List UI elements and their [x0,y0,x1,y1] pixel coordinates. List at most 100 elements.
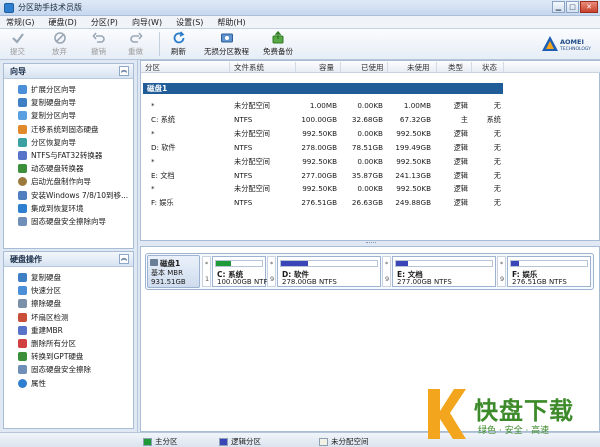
commit-button[interactable]: 提交 [10,31,25,58]
unallocated-segment[interactable]: * 9 [267,256,276,287]
op-convert-gpt[interactable]: 转换到GPT硬盘 [4,350,133,363]
dynamic-disk-icon [18,164,27,174]
aomei-logo-icon [542,36,558,51]
refresh-button[interactable]: 刷新 [171,31,186,58]
table-row[interactable]: * 未分配空间 992.50KB 0.00KB 992.50KB 逻辑 无 [141,182,600,195]
cell-cap: 276.51GB [301,198,337,208]
wizard-migrate-os[interactable]: 迁移系统到固态硬盘 [4,123,133,136]
window-controls: ▁ □ ✕ [552,1,598,13]
cell-fs: 未分配空间 [234,101,270,110]
wizard-partition-recovery[interactable]: 分区恢复向导 [4,136,133,149]
wizard-extend-partition[interactable]: 扩展分区向导 [4,83,133,96]
redo-button[interactable]: 重做 [128,31,143,58]
cell-name: * [151,128,155,138]
wizard-copy-partition[interactable]: 复制分区向导 [4,109,133,122]
menu-settings[interactable]: 设置(S) [176,17,203,28]
disk-ops-panel-header[interactable]: 硬盘操作 ︽ [4,252,133,267]
wizard-windows-to-go[interactable]: 安装Windows 7/8/10到移... [4,189,133,202]
maximize-button[interactable]: □ [566,1,579,13]
op-delete-all[interactable]: 删除所有分区 [4,337,133,350]
menu-help[interactable]: 帮助(H) [217,17,245,28]
op-copy-disk[interactable]: 复制硬盘 [4,271,133,284]
bootable-cd-icon [18,177,27,187]
cell-cap: 1.00MB [309,101,337,110]
backup-button[interactable]: 免费备份 [263,31,293,58]
delete-icon [18,339,27,349]
partition-segment-d[interactable]: D: 软件 278.00GB NTFS [277,256,381,287]
partition-segment-e[interactable]: E: 文档 277.00GB NTFS [392,256,496,287]
minimize-button[interactable]: ▁ [552,1,565,13]
partition-segment-f[interactable]: F: 娱乐 276.51GB NTFS [507,256,591,287]
cell-cap: 278.00GB [301,142,337,152]
cell-free: 241.13GB [395,170,431,180]
disk1-header-row[interactable]: 磁盘1 [143,83,503,94]
cell-name: F: 娱乐 [151,198,174,208]
menu-partition[interactable]: 分区(P) [91,17,118,28]
unallocated-swatch [319,437,328,446]
cell-cap: 992.50KB [302,128,337,138]
table-row[interactable]: E: 文档 NTFS 277.00GB 35.87GB 241.13GB 逻辑 无 [141,169,600,182]
col-capacity[interactable]: 容量 [319,62,334,73]
disk1-card[interactable]: 磁盘1 基本 MBR 931.51GB * 1 C: 系统 100.00GB N… [145,253,594,290]
col-status[interactable]: 状态 [482,62,497,73]
tutorial-button[interactable]: 无损分区教程 [204,31,249,58]
undo-button[interactable]: 撤销 [91,31,106,58]
cell-used: 26.63GB [351,198,383,208]
table-row[interactable]: * 未分配空间 1.00MB 0.00KB 1.00MB 逻辑 无 [141,99,600,112]
watermark-slogan: 绿色 · 安全 · 高速 [478,426,550,436]
op-wipe-disk[interactable]: 擦除硬盘 [4,297,133,310]
menu-general[interactable]: 常规(G) [6,17,34,28]
op-quick-partition[interactable]: 快速分区 [4,284,133,297]
col-type[interactable]: 类型 [448,62,463,73]
wizard-copy-disk[interactable]: 复制硬盘向导 [4,96,133,109]
op-bad-sector-check[interactable]: 坏扇区检测 [4,311,133,324]
op-rebuild-mbr[interactable]: 重建MBR [4,324,133,337]
cell-type: 逻辑 [453,142,468,152]
table-row[interactable]: * 未分配空间 992.50KB 0.00KB 992.50KB 逻辑 无 [141,155,600,168]
table-row[interactable]: C: 系统 NTFS 100.00GB 32.68GB 67.32GB 主 系统 [141,113,600,126]
col-free[interactable]: 未使用 [407,62,430,73]
cell-status: 无 [493,198,501,208]
menu-disk[interactable]: 硬盘(D) [48,17,76,28]
collapse-wizard-button[interactable]: ︽ [119,66,129,76]
table-row[interactable]: F: 娱乐 NTFS 276.51GB 26.63GB 249.88GB 逻辑 无 [141,196,600,209]
cell-name: * [151,101,155,110]
cell-fs: 未分配空间 [234,156,270,166]
wizard-dynamic-disk[interactable]: 动态硬盘转换器 [4,162,133,175]
cell-used: 0.00KB [357,128,383,138]
wizard-bootable-media[interactable]: 启动光盘制作向导 [4,175,133,188]
cell-free: 249.88GB [395,198,431,208]
discard-button[interactable]: 放弃 [52,31,67,58]
menu-wizard[interactable]: 向导(W) [132,17,162,28]
table-row[interactable]: D: 软件 NTFS 278.00GB 78.51GB 199.49GB 逻辑 无 [141,141,600,154]
usage-bar-e [396,261,409,266]
cell-status: 无 [493,128,501,138]
op-ssd-erase[interactable]: 固态硬盘安全擦除 [4,363,133,376]
disk1-info[interactable]: 磁盘1 基本 MBR 931.51GB [147,255,200,288]
cell-free: 67.32GB [399,114,431,124]
ssd-erase-icon [18,216,27,226]
table-row[interactable]: * 未分配空间 992.50KB 0.00KB 992.50KB 逻辑 无 [141,127,600,140]
wizard-recovery-env[interactable]: 集成到恢复环境 [4,202,133,215]
unallocated-segment[interactable]: * 9 [497,256,506,287]
ssd-erase-icon [18,365,27,375]
col-filesystem[interactable]: 文件系统 [234,62,264,73]
unallocated-segment[interactable]: * 9 [382,256,391,287]
partition-list: 分区 文件系统 容量 已使用 未使用 类型 状态 磁盘1 * 未分配空间 1.00M… [140,60,600,241]
partition-segment-c[interactable]: C: 系统 100.00GB NTFS [212,256,272,287]
left-pane: 向导 ︽ 扩展分区向导 复制硬盘向导 复制分区向导 迁移系统到固态硬盘 分区恢复… [0,60,138,432]
wizard-ssd-erase[interactable]: 固态硬盘安全擦除向导 [4,215,133,228]
cell-name: C: 系统 [151,114,176,124]
migrate-os-icon [18,124,27,134]
close-button[interactable]: ✕ [580,1,598,13]
col-partition[interactable]: 分区 [145,62,160,73]
unallocated-segment[interactable]: * 1 [202,256,211,287]
wizard-ntfs-fat32[interactable]: NTFS与FAT32转换器 [4,149,133,162]
wizard-panel-header[interactable]: 向导 ︽ [4,64,133,79]
undo-icon [91,32,105,43]
cell-cap: 992.50KB [302,156,337,166]
col-used[interactable]: 已使用 [361,62,384,73]
collapse-disk-ops-button[interactable]: ︽ [119,254,129,264]
windows-usb-icon [18,190,27,200]
op-properties[interactable]: 属性 [4,377,133,390]
